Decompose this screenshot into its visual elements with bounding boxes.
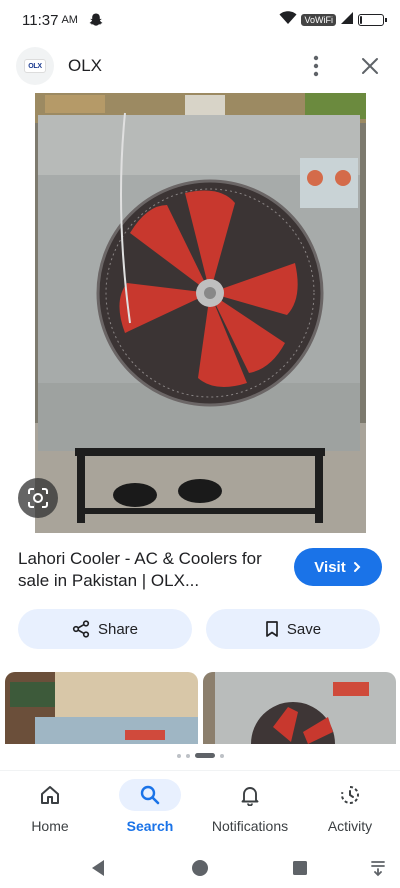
system-navigation (0, 848, 400, 888)
result-title[interactable]: Lahori Cooler - AC & Coolers for sale in… (18, 548, 268, 592)
network-label: VoWiFi (301, 14, 336, 26)
share-label: Share (97, 620, 139, 638)
back-icon[interactable] (86, 856, 110, 880)
site-name: OLX (68, 56, 103, 75)
save-button[interactable]: Save (206, 609, 380, 649)
nav-label-search: Search (126, 818, 174, 834)
bell-icon (219, 779, 281, 811)
nav-notifications[interactable]: Notifications (200, 771, 300, 848)
battery-fill (360, 16, 363, 24)
close-icon[interactable] (356, 52, 384, 80)
carousel-indicator (0, 753, 400, 758)
nav-home[interactable]: Home (0, 771, 100, 848)
status-icons: VoWiFi (279, 10, 387, 30)
home-circle-icon[interactable] (188, 856, 212, 880)
header-actions (302, 52, 384, 80)
battery-icon (358, 14, 387, 26)
nav-activity[interactable]: Activity (300, 771, 400, 848)
status-time: 11:37 (22, 11, 59, 29)
snapchat-icon (88, 12, 104, 28)
activity-icon (319, 779, 381, 811)
bookmark-icon (266, 621, 278, 637)
visit-label: Visit (314, 558, 346, 576)
cooler-photo (35, 93, 366, 533)
nav-label-notifications: Notifications (211, 818, 289, 834)
related-image-1[interactable] (5, 672, 198, 744)
save-label: Save (286, 620, 322, 638)
share-icon (72, 620, 90, 638)
google-lens-button[interactable] (18, 478, 58, 518)
more-vert-icon[interactable] (302, 52, 330, 80)
share-button[interactable]: Share (18, 609, 192, 649)
lens-icon (28, 488, 48, 508)
olx-logo: OLX (24, 59, 46, 73)
carousel-dot (194, 753, 215, 758)
carousel-dot (176, 753, 181, 758)
bottom-navigation: Home Search Notifications Activity (0, 770, 400, 848)
nav-label-activity: Activity (327, 818, 373, 834)
carousel-dot (185, 753, 190, 758)
search-icon (119, 779, 181, 811)
page-header: OLX OLX (0, 44, 400, 88)
home-icon (19, 779, 81, 811)
keyboard-hide-icon[interactable] (366, 856, 390, 880)
recents-icon[interactable] (288, 856, 312, 880)
signal-icon (340, 11, 354, 30)
site-favicon: OLX (16, 47, 54, 85)
chevron-right-icon (353, 562, 361, 572)
nav-search[interactable]: Search (100, 771, 200, 848)
status-ampm: AM (61, 14, 78, 26)
carousel-dot (219, 753, 224, 758)
visit-button[interactable]: Visit (294, 548, 382, 586)
wifi-icon (279, 10, 297, 30)
status-bar: 11:37 AM VoWiFi (0, 0, 400, 40)
nav-label-home: Home (31, 818, 69, 834)
result-image[interactable] (35, 93, 366, 533)
related-image-2[interactable] (203, 672, 396, 744)
